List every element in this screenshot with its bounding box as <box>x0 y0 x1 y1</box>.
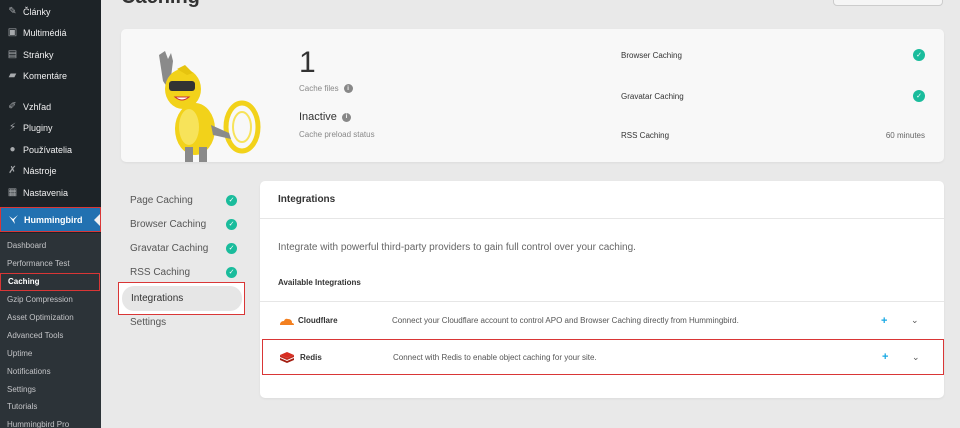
sidebar-item-label: Nástroje <box>23 166 57 177</box>
submenu-uptime[interactable]: Uptime <box>0 344 101 362</box>
integration-row-cloudflare[interactable]: Cloudflare Connect your Cloudflare accou… <box>260 301 944 339</box>
nav-gravatar-caching[interactable]: Gravatar Caching ✓ <box>130 239 240 257</box>
sidebar-item-label: Články <box>23 6 51 17</box>
integration-name: Cloudflare <box>298 316 338 325</box>
summary-box: 1 Cache files i Inactive i Cache preload s… <box>121 29 944 162</box>
comment-icon: ▰ <box>8 70 17 82</box>
sidebar-item-label: Hummingbird <box>24 214 83 225</box>
summary-row-value: 60 minutes <box>885 130 925 140</box>
redis-icon <box>280 352 294 363</box>
submenu-dashboard[interactable]: Dashboard <box>0 237 101 255</box>
summary-row-label: RSS Caching <box>621 130 670 140</box>
wrench-icon: ✗ <box>8 165 17 177</box>
cloudflare-icon <box>280 318 294 325</box>
sidebar-item-multimedia[interactable]: ▣ Multimédiá <box>0 23 101 45</box>
hummingbird-mascot-image <box>159 51 261 162</box>
add-integration-button[interactable]: + <box>882 351 888 363</box>
pin-icon: ✎ <box>8 5 17 17</box>
summary-row-browser-caching: Browser Caching ✓ <box>621 45 925 65</box>
available-integrations-label: Available Integrations <box>278 278 361 287</box>
settings-icon: ▦ <box>7 186 18 198</box>
preload-status-value: Inactive <box>299 111 337 123</box>
check-icon: ✓ <box>913 90 925 102</box>
sidebar-item-label: Používatelia <box>23 144 73 155</box>
info-icon[interactable]: i <box>343 84 353 93</box>
sidebar-item-nastroje[interactable]: ✗ Nástroje <box>0 161 101 183</box>
check-icon: ✓ <box>913 49 925 61</box>
sidebar-item-vzhlad[interactable]: ✐ Vzhľad <box>0 96 101 118</box>
submenu-settings[interactable]: Settings <box>0 380 101 398</box>
chevron-down-icon[interactable]: ⌄ <box>911 315 919 326</box>
sidebar-item-label: Komentáre <box>23 71 68 82</box>
cache-files-count: 1 <box>299 46 316 79</box>
submenu-asset-optimization[interactable]: Asset Optimization <box>0 309 101 327</box>
sidebar-item-label: Pluginy <box>23 123 53 134</box>
summary-row-gravatar-caching: Gravatar Caching ✓ <box>621 86 925 106</box>
nav-browser-caching[interactable]: Browser Caching ✓ <box>130 215 240 233</box>
submenu-hummingbird-pro[interactable]: Hummingbird Pro <box>0 416 101 428</box>
nav-label: Integrations <box>131 293 184 304</box>
add-integration-button[interactable]: + <box>881 315 887 327</box>
submenu-caching[interactable]: Caching <box>0 272 100 291</box>
summary-row-rss-caching: RSS Caching 60 minutes <box>621 125 925 145</box>
info-icon[interactable]: i <box>341 112 351 122</box>
header-action-button[interactable] <box>833 0 943 6</box>
check-icon: ✓ <box>226 194 237 206</box>
media-icon: ▣ <box>7 27 18 39</box>
integration-row-redis[interactable]: Redis Connect with Redis to enable objec… <box>262 339 944 375</box>
check-icon: ✓ <box>226 242 237 254</box>
submenu-tutorials[interactable]: Tutorials <box>0 398 101 416</box>
check-icon: ✓ <box>226 218 237 230</box>
current-menu-arrow <box>94 214 100 226</box>
preload-status-label: Cache preload status <box>299 130 375 139</box>
sidebar-item-stranky[interactable]: ▤ Stránky <box>0 44 101 66</box>
summary-row-label: Browser Caching <box>621 50 682 60</box>
brush-icon: ✐ <box>8 100 17 112</box>
preload-status: Inactive i <box>299 111 351 123</box>
sidebar-item-pouzivatelia[interactable]: ● Používatelia <box>0 139 101 161</box>
sidebar-item-label: Multimédiá <box>23 28 67 39</box>
chevron-down-icon[interactable]: ⌄ <box>912 352 920 363</box>
submenu-gzip-compression[interactable]: Gzip Compression <box>0 291 101 309</box>
user-icon: ● <box>9 143 16 155</box>
nav-rss-caching[interactable]: RSS Caching ✓ <box>130 263 240 281</box>
nav-settings[interactable]: Settings <box>130 313 240 331</box>
hummingbird-icon <box>8 214 19 225</box>
integration-description: Connect with Redis to enable object cach… <box>393 352 597 362</box>
nav-label: Browser Caching <box>130 218 207 230</box>
sidebar-item-pluginy[interactable]: ⚡ Pluginy <box>0 118 101 140</box>
nav-label: Settings <box>130 316 167 328</box>
sidebar-item-label: Vzhľad <box>23 101 52 112</box>
submenu-notifications[interactable]: Notifications <box>0 362 101 380</box>
integration-description: Connect your Cloudflare account to contr… <box>392 316 739 325</box>
integration-name: Redis <box>300 352 322 362</box>
sidebar-item-nastavenia[interactable]: ▦ Nastavenia <box>0 182 101 204</box>
cache-files-label-text: Cache files <box>299 84 339 93</box>
sidebar-item-hummingbird[interactable]: Hummingbird <box>0 207 101 232</box>
plug-icon: ⚡ <box>8 122 17 134</box>
sidebar-item-komentare[interactable]: ▰ Komentáre <box>0 66 101 88</box>
nav-page-caching[interactable]: Page Caching ✓ <box>130 191 240 209</box>
cache-files-label: Cache files i <box>299 84 353 93</box>
hummingbird-submenu: Dashboard Performance Test Caching Gzip … <box>0 233 101 428</box>
nav-label: RSS Caching <box>130 266 191 278</box>
summary-row-label: Gravatar Caching <box>621 91 684 101</box>
sidebar-item-label: Stránky <box>23 49 54 60</box>
submenu-performance-test[interactable]: Performance Test <box>0 255 101 273</box>
pages-icon: ▤ <box>7 48 18 60</box>
nav-integrations[interactable]: Integrations <box>118 282 245 315</box>
check-icon: ✓ <box>226 266 237 278</box>
panel-title: Integrations <box>260 181 944 219</box>
nav-label: Page Caching <box>130 194 193 206</box>
panel-description: Integrate with powerful third-party prov… <box>278 242 636 253</box>
nav-label: Gravatar Caching <box>130 242 209 254</box>
page-title: Caching <box>121 0 200 9</box>
sidebar-item-clanky[interactable]: ✎ Články <box>0 1 101 23</box>
sidebar-item-label: Nastavenia <box>23 187 69 198</box>
submenu-advanced-tools[interactable]: Advanced Tools <box>0 326 101 344</box>
nav-active-pill: Integrations <box>122 286 242 311</box>
